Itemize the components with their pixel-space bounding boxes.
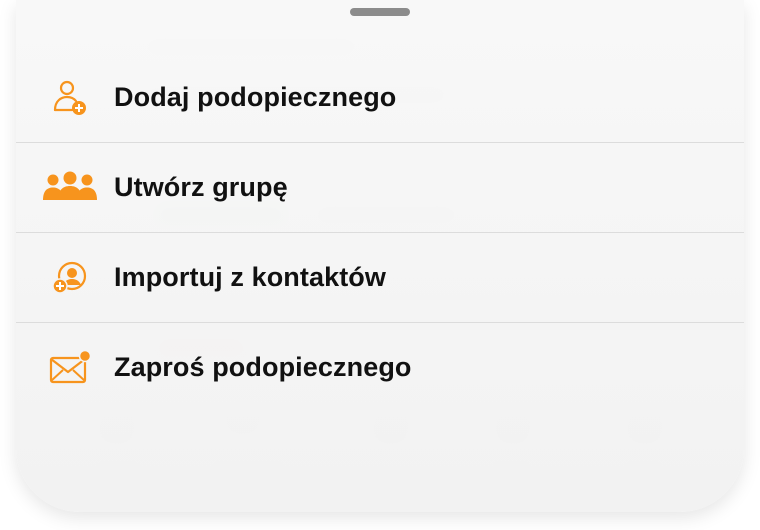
menu-item-label: Importuj z kontaktów <box>114 262 386 292</box>
envelope-notification-icon <box>40 348 100 388</box>
menu-item-label: Dodaj podopiecznego <box>114 82 397 112</box>
screen: Dodaj podopiecznego Utwórz grupę Importu… <box>0 0 760 530</box>
menu-item-label: Utwórz grupę <box>114 172 288 202</box>
import-contact-icon <box>40 258 100 298</box>
menu-item-invite-ward[interactable]: Zaproś podopiecznego <box>16 323 744 412</box>
sheet-grabber-handle[interactable] <box>350 8 410 16</box>
menu-item-label: Zaproś podopiecznego <box>114 352 412 382</box>
action-sheet: Dodaj podopiecznego Utwórz grupę Importu… <box>16 0 744 512</box>
action-menu: Dodaj podopiecznego Utwórz grupę Importu… <box>16 53 744 412</box>
menu-item-add-ward[interactable]: Dodaj podopiecznego <box>16 53 744 143</box>
menu-item-create-group[interactable]: Utwórz grupę <box>16 143 744 233</box>
add-person-icon <box>40 78 100 118</box>
menu-item-import-contacts[interactable]: Importuj z kontaktów <box>16 233 744 323</box>
group-icon <box>40 168 100 208</box>
